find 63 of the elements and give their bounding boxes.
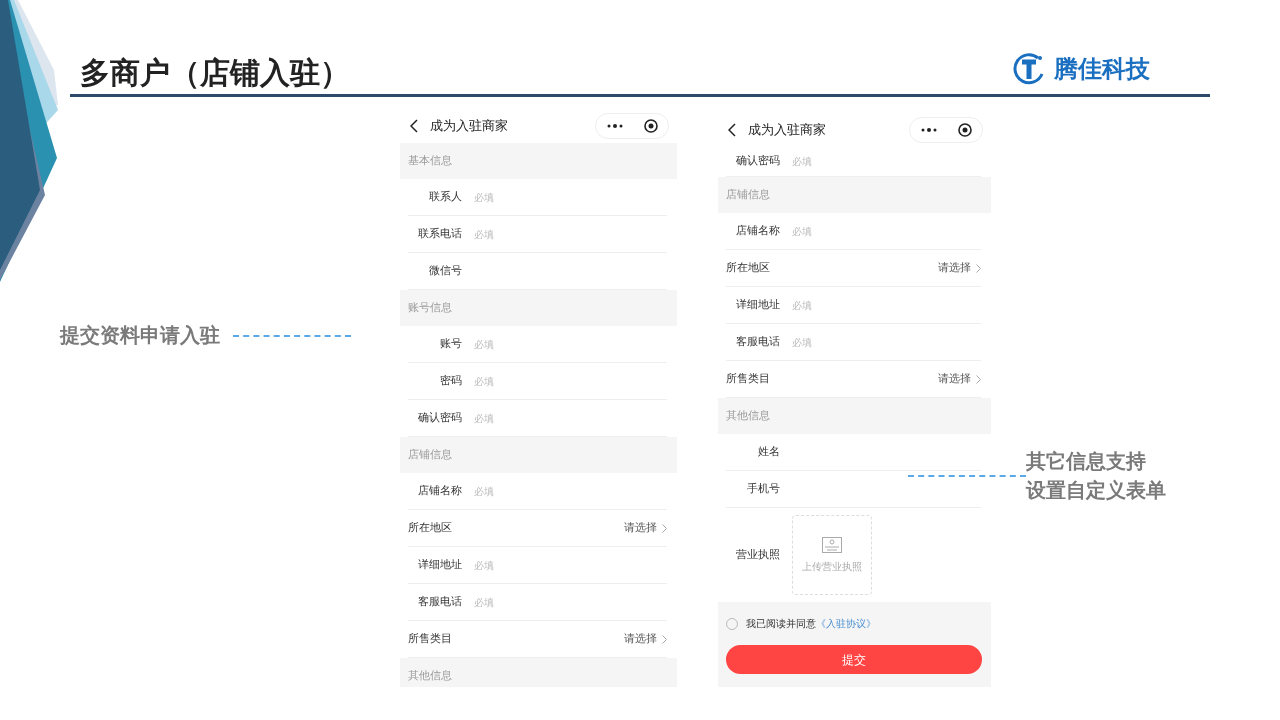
slide-title: 多商户（店铺入驻）	[80, 58, 350, 92]
input-field[interactable]: 必填	[792, 334, 912, 350]
field-label: 联系电话	[417, 225, 462, 242]
field-label: 营业执照	[735, 546, 780, 563]
license-icon	[822, 536, 842, 553]
select-value[interactable]: 请选择	[938, 370, 971, 388]
chevron-icon	[662, 634, 667, 644]
upload-caption: 上传营业执照	[802, 559, 862, 574]
section-label: 其他信息	[726, 409, 770, 422]
section-label: 其他信息	[408, 669, 452, 682]
field-label: 客服电话	[417, 593, 462, 610]
input-field[interactable]: 必填	[792, 297, 912, 313]
field-label: 所售类目	[408, 630, 453, 647]
back-icon[interactable]	[728, 123, 736, 137]
section-label: 账号信息	[408, 301, 452, 314]
input-field[interactable]: 必填	[474, 483, 594, 499]
input-field[interactable]: 必填	[474, 226, 594, 242]
field-label: 确认密码	[735, 153, 780, 170]
field-label: 详细地址	[417, 556, 462, 573]
input-field[interactable]: 必填	[474, 410, 594, 426]
input-field[interactable]: 必填	[474, 594, 594, 610]
input-field[interactable]: 必填	[474, 336, 594, 352]
input-field[interactable]: 必填	[792, 154, 912, 169]
field-label: 联系人	[428, 188, 462, 205]
section-label: 基本信息	[408, 154, 452, 167]
field-label: 客服电话	[735, 333, 780, 350]
section-label: 店铺信息	[726, 188, 770, 201]
chevron-icon	[662, 523, 667, 533]
chevron-icon	[976, 263, 981, 273]
field-label: 所在地区	[726, 259, 771, 276]
agreement-text: 我已阅读并同意《入驻协议》	[746, 617, 876, 631]
more-icon[interactable]	[606, 124, 623, 128]
callout-text: 其它信息支持	[1026, 448, 1147, 475]
field-label: 所在地区	[408, 519, 453, 536]
field-label: 店铺名称	[735, 222, 780, 239]
input-field[interactable]: 必填	[474, 557, 594, 573]
section-label: 店铺信息	[408, 448, 452, 461]
field-label: 所售类目	[726, 370, 771, 387]
logo-text: 腾佳科技	[1054, 57, 1150, 81]
target-icon[interactable]	[957, 123, 972, 137]
field-label: 手机号	[746, 480, 780, 497]
logo-icon	[1012, 52, 1046, 86]
field-label: 姓名	[757, 443, 780, 460]
field-label: 确认密码	[417, 409, 462, 426]
target-icon[interactable]	[643, 119, 658, 133]
select-value[interactable]: 请选择	[624, 630, 657, 648]
field-label: 店铺名称	[417, 482, 462, 499]
callout-text: 提交资料申请入驻	[60, 322, 220, 349]
field-label: 账号	[439, 335, 462, 352]
select-value[interactable]: 请选择	[938, 259, 971, 277]
input-field[interactable]: 必填	[474, 373, 594, 389]
chevron-icon	[976, 374, 981, 384]
page-title: 成为入驻商家	[748, 121, 826, 140]
callout-text: 设置自定义表单	[1026, 477, 1166, 504]
back-icon[interactable]	[410, 119, 418, 133]
input-field[interactable]: 必填	[792, 223, 912, 239]
field-label: 微信号	[428, 262, 462, 279]
more-icon[interactable]	[920, 128, 937, 132]
page-title: 成为入驻商家	[430, 117, 508, 136]
field-label: 详细地址	[735, 296, 780, 313]
input-field[interactable]: 必填	[474, 189, 594, 205]
select-value[interactable]: 请选择	[624, 519, 657, 537]
field-label: 密码	[439, 372, 462, 389]
